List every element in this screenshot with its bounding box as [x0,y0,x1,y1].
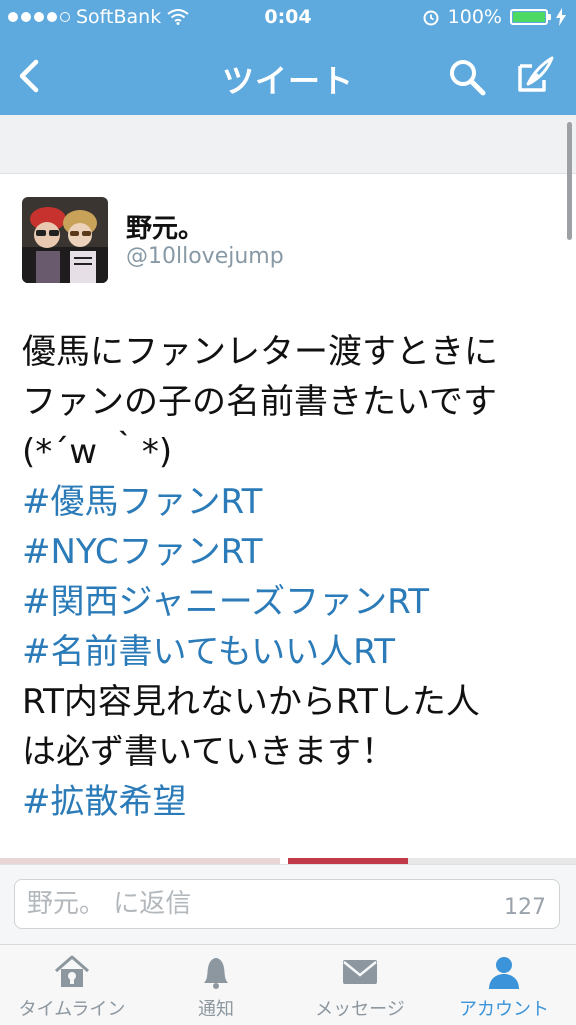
tweet-line: ファンの子の名前書きたいです [22,382,497,422]
search-icon[interactable] [446,56,488,98]
reply-bar: 127 [0,864,576,945]
person-icon [489,957,519,989]
charging-bolt-icon [556,8,566,26]
avatar-photo [22,197,108,283]
home-icon [55,955,89,987]
status-right: 100% [422,6,566,28]
battery-percent: 100% [447,6,502,28]
tab-label: 通知 [198,999,234,1020]
bell-icon [204,958,228,989]
tweet-line: は必ず書いていきます！ [22,732,395,772]
tab-bar: タイムライン 通知 メッセージ アカウント [0,944,576,1025]
navigation-bar: ツイート [0,38,576,115]
tweet-text: 優馬にファンレター渡すときに ファンの子の名前書きたいです (*´w ｀*) #… [22,327,562,827]
tweet-line: RT内容見れないからRTした人 [22,682,480,722]
hashtag-link[interactable]: #優馬ファンRT [22,477,562,527]
compose-icon[interactable] [514,54,556,96]
alarm-icon [423,10,439,26]
hashtag-link[interactable]: #NYCファンRT [22,527,562,577]
envelope-icon [343,960,377,984]
tweet-line: 優馬にファンレター渡すときに [22,332,498,372]
character-counter: 127 [504,895,546,920]
tab-messages[interactable]: メッセージ [288,945,432,1025]
tab-label: アカウント [459,999,549,1020]
scrollbar[interactable] [567,122,572,240]
battery-icon [510,9,551,25]
avatar[interactable] [22,197,108,283]
author-name[interactable]: 野元。 [126,208,204,245]
tab-notifications[interactable]: 通知 [144,945,288,1025]
page-title: ツイート [221,62,354,100]
reply-input[interactable] [14,879,560,929]
author-handle[interactable]: @10llovejump [126,244,284,269]
hashtag-link[interactable]: #名前書いてもいい人RT [22,627,562,677]
conversation-spacer [0,115,576,174]
hashtag-link[interactable]: #関西ジャニーズファンRT [22,577,562,627]
status-bar: SoftBank 0:04 100% [0,0,576,38]
tab-label: タイムライン [18,999,126,1020]
tab-account[interactable]: アカウント [432,945,576,1025]
tab-timeline[interactable]: タイムライン [0,945,144,1025]
tab-label: メッセージ [315,999,405,1020]
tweet-line: (*´w ｀*) [22,432,173,472]
hashtag-link[interactable]: #拡散希望 [22,777,562,827]
